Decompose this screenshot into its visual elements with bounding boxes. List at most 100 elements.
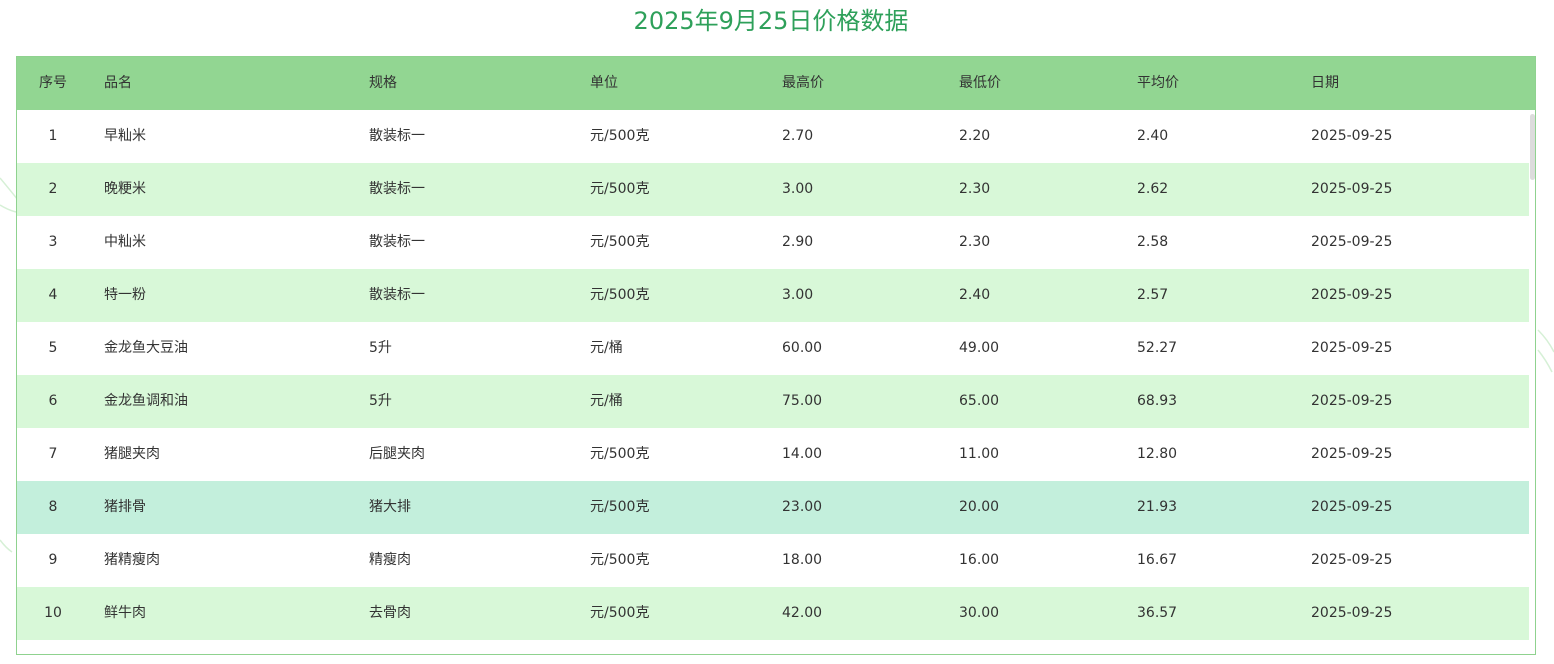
cell-min-price: 2.30 [959, 234, 991, 250]
cell-min-price: 2.40 [959, 287, 991, 303]
table-row[interactable]: 11 [17, 640, 1529, 654]
table-header: 序号 品名 规格 单位 最高价 最低价 平均价 日期 [17, 57, 1535, 110]
cell-index: 3 [48, 234, 58, 250]
cell-avg-price: 2.57 [1137, 287, 1169, 303]
cell-avg-price: 12.80 [1137, 446, 1178, 462]
table-row[interactable]: 1 早籼米 散装标一 元/500克 2.70 2.20 2.40 2025-09-25 [17, 110, 1529, 163]
cell-name: 猪精瘦肉 [104, 552, 160, 568]
cell-spec: 散装标一 [369, 128, 425, 144]
cell-max-price: 42.00 [782, 605, 823, 621]
cell-min-price: 16.00 [959, 552, 1000, 568]
cell-unit: 元/桶 [590, 340, 623, 356]
cell-date: 2025-09-25 [1311, 128, 1393, 144]
cell-unit: 元/桶 [590, 393, 623, 409]
page-title: 2025年9月25日价格数据 [633, 7, 909, 35]
cell-index: 9 [48, 552, 58, 568]
cell-unit: 元/500克 [590, 287, 650, 303]
cell-date: 2025-09-25 [1311, 446, 1393, 462]
cell-min-price: 2.30 [959, 181, 991, 197]
cell-avg-price: 2.40 [1137, 128, 1169, 144]
cell-min-price: 65.00 [959, 393, 1000, 409]
cell-name: 猪腿夹肉 [104, 446, 160, 462]
table-row[interactable]: 8 猪排骨 猪大排 元/500克 23.00 20.00 21.93 2025-09-25 [17, 481, 1529, 534]
cell-name: 金龙鱼调和油 [104, 393, 188, 409]
header-name[interactable]: 品名 [104, 57, 132, 110]
cell-index: 6 [48, 393, 58, 409]
cell-date: 2025-09-25 [1311, 234, 1393, 250]
header-spec[interactable]: 规格 [369, 57, 397, 110]
cell-index: 1 [48, 128, 58, 144]
cell-date: 2025-09-25 [1311, 499, 1393, 515]
table-row[interactable]: 4 特一粉 散装标一 元/500克 3.00 2.40 2.57 2025-09-25 [17, 269, 1529, 322]
cell-index: 2 [48, 181, 58, 197]
cell-max-price: 23.00 [782, 499, 823, 515]
cell-max-price: 75.00 [782, 393, 823, 409]
cell-min-price: 11.00 [959, 446, 1000, 462]
table-row[interactable]: 9 猪精瘦肉 精瘦肉 元/500克 18.00 16.00 16.67 2025-09-25 [17, 534, 1529, 587]
cell-spec: 5升 [369, 340, 392, 356]
cell-avg-price: 36.57 [1137, 605, 1178, 621]
header-date[interactable]: 日期 [1311, 57, 1339, 110]
cell-max-price: 3.00 [782, 181, 814, 197]
cell-unit: 元/500克 [590, 446, 650, 462]
cell-min-price: 49.00 [959, 340, 1000, 356]
cell-avg-price: 2.62 [1137, 181, 1169, 197]
cell-date: 2025-09-25 [1311, 340, 1393, 356]
cell-unit: 元/500克 [590, 605, 650, 621]
table-row[interactable]: 5 金龙鱼大豆油 5升 元/桶 60.00 49.00 52.27 2025-09-25 [17, 322, 1529, 375]
cell-unit: 元/500克 [590, 234, 650, 250]
table-row[interactable]: 10 鲜牛肉 去骨肉 元/500克 42.00 30.00 36.57 2025-09-25 [17, 587, 1529, 640]
cell-spec: 后腿夹肉 [369, 446, 425, 462]
cell-index: 11 [17, 640, 89, 654]
header-max-price[interactable]: 最高价 [782, 57, 824, 110]
cell-index: 5 [48, 340, 58, 356]
table-body: 1 早籼米 散装标一 元/500克 2.70 2.20 2.40 2025-09-25 2 晚粳米… [17, 110, 1529, 654]
cell-min-price: 2.20 [959, 128, 991, 144]
cell-date: 2025-09-25 [1311, 605, 1393, 621]
cell-avg-price: 2.58 [1137, 234, 1169, 250]
cell-unit: 元/500克 [590, 181, 650, 197]
cell-unit: 元/500克 [590, 128, 650, 144]
cell-index: 7 [48, 446, 58, 462]
cell-max-price: 2.90 [782, 234, 814, 250]
cell-date: 2025-09-25 [1311, 393, 1393, 409]
cell-max-price: 14.00 [782, 446, 823, 462]
table-row[interactable]: 6 金龙鱼调和油 5升 元/桶 75.00 65.00 68.93 2025-09-25 [17, 375, 1529, 428]
cell-max-price: 2.70 [782, 128, 814, 144]
cell-unit: 元/500克 [590, 499, 650, 515]
cell-date: 2025-09-25 [1311, 552, 1393, 568]
cell-spec: 5升 [369, 393, 392, 409]
cell-name: 猪排骨 [104, 499, 146, 515]
header-avg-price[interactable]: 平均价 [1137, 57, 1179, 110]
cell-max-price: 3.00 [782, 287, 814, 303]
header-index[interactable]: 序号 [17, 57, 89, 110]
cell-avg-price: 21.93 [1137, 499, 1178, 515]
cell-avg-price: 16.67 [1137, 552, 1178, 568]
scrollbar-thumb[interactable] [1530, 114, 1535, 180]
cell-name: 特一粉 [104, 287, 146, 303]
cell-index: 8 [48, 499, 58, 515]
cell-name: 金龙鱼大豆油 [104, 340, 188, 356]
table-row[interactable]: 3 中籼米 散装标一 元/500克 2.90 2.30 2.58 2025-09-25 [17, 216, 1529, 269]
cell-spec: 散装标一 [369, 287, 425, 303]
vertical-scrollbar[interactable] [1529, 110, 1535, 654]
cell-name: 鲜牛肉 [104, 605, 146, 621]
cell-min-price: 30.00 [959, 605, 1000, 621]
cell-spec: 精瘦肉 [369, 552, 411, 568]
cell-name: 早籼米 [104, 128, 146, 144]
cell-spec: 去骨肉 [369, 605, 411, 621]
cell-date: 2025-09-25 [1311, 287, 1393, 303]
cell-spec: 散装标一 [369, 181, 425, 197]
cell-min-price: 20.00 [959, 499, 1000, 515]
header-min-price[interactable]: 最低价 [959, 57, 1001, 110]
header-unit[interactable]: 单位 [590, 57, 618, 110]
table-row[interactable]: 2 晚粳米 散装标一 元/500克 3.00 2.30 2.62 2025-09-25 [17, 163, 1529, 216]
cell-avg-price: 68.93 [1137, 393, 1178, 409]
cell-spec: 猪大排 [369, 499, 411, 515]
cell-avg-price: 52.27 [1137, 340, 1178, 356]
cell-name: 晚粳米 [104, 181, 146, 197]
cell-index: 4 [48, 287, 58, 303]
cell-unit: 元/500克 [590, 552, 650, 568]
cell-date: 2025-09-25 [1311, 181, 1393, 197]
table-row[interactable]: 7 猪腿夹肉 后腿夹肉 元/500克 14.00 11.00 12.80 2025-09-25 [17, 428, 1529, 481]
